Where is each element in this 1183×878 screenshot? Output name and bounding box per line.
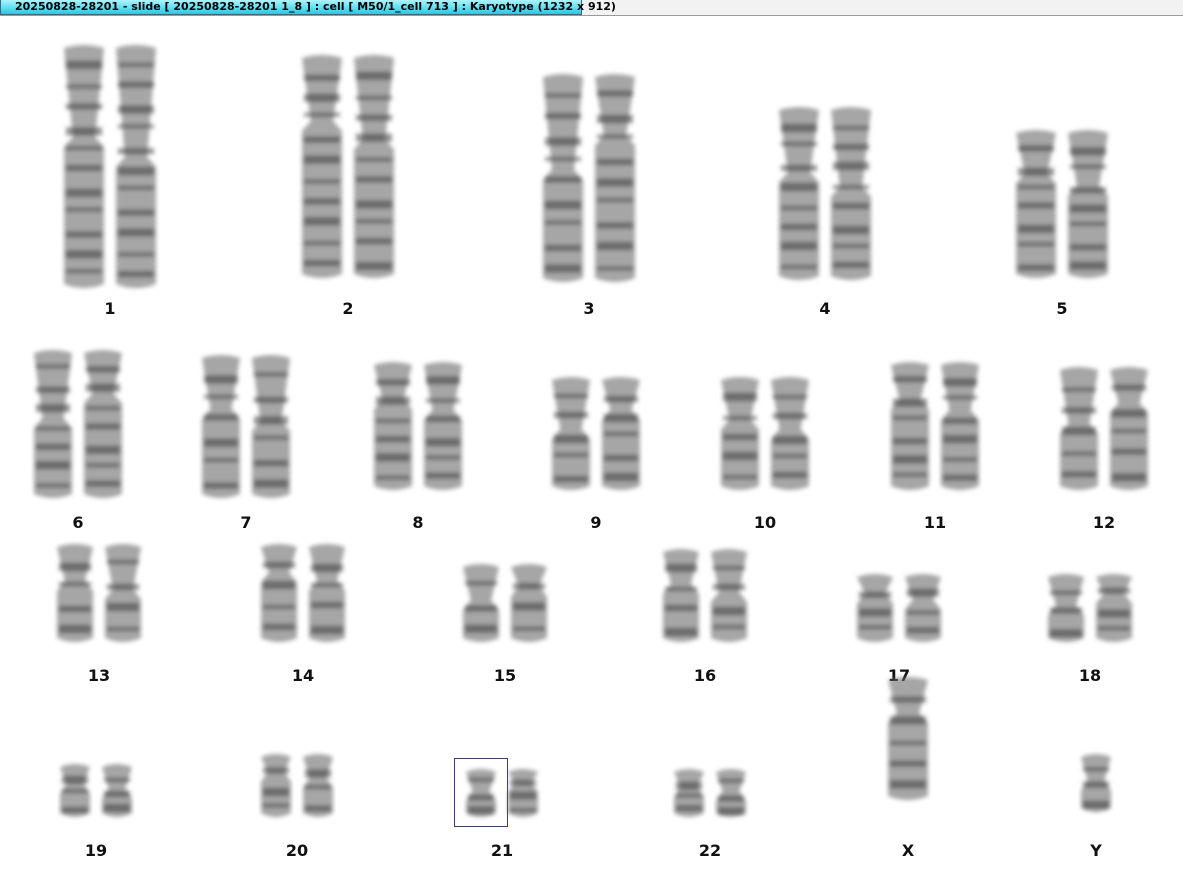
chromosome-label: 11 (923, 513, 947, 532)
chromosome-label: 10 (753, 513, 777, 532)
chromosome-label: 21 (490, 841, 514, 860)
chromosome-label: 12 (1092, 513, 1116, 532)
chromosome-label: 5 (1056, 299, 1068, 318)
chromosome-20-a[interactable] (261, 751, 291, 826)
chromosome-label: 1 (104, 299, 116, 318)
chromosome-3-a[interactable] (543, 71, 583, 291)
chromosome-label: 3 (583, 299, 595, 318)
chromosome-7-b[interactable] (252, 352, 290, 507)
chromosome-5-a[interactable] (1016, 127, 1056, 287)
chromosome-15-b[interactable] (511, 561, 547, 651)
chromosome-label: 13 (87, 666, 111, 685)
chromosome-21-b[interactable] (508, 766, 538, 826)
chromosome-label: 15 (493, 666, 517, 685)
chromosome-18-a[interactable] (1048, 571, 1084, 651)
chromosome-5-b[interactable] (1068, 127, 1108, 287)
chromosome-label: 7 (240, 513, 252, 532)
chromosome-label: 8 (412, 513, 424, 532)
chromosome-19-b[interactable] (102, 761, 132, 826)
chromosome-1-a[interactable] (64, 42, 104, 297)
chromosome-label: 9 (590, 513, 602, 532)
chromosome-19-a[interactable] (60, 761, 90, 826)
chromosome-16-a[interactable] (663, 546, 699, 651)
chromosome-label: X (901, 841, 915, 860)
window-title-tab[interactable]: 20250828-28201 - slide [ 20250828-28201 … (0, 0, 616, 15)
chromosome-8-b[interactable] (424, 359, 462, 499)
chromosome-7-a[interactable] (202, 352, 240, 507)
chromosome-9-a[interactable] (552, 374, 590, 499)
chromosome-9-b[interactable] (602, 374, 640, 499)
chromosome-20-b[interactable] (303, 751, 333, 826)
chromosome-16-b[interactable] (711, 546, 747, 651)
chromosome-label: 18 (1078, 666, 1102, 685)
chromosome-4-a[interactable] (779, 104, 819, 289)
chromosome-label: 2 (342, 299, 354, 318)
window-titlebar: 20250828-28201 - slide [ 20250828-28201 … (0, 0, 1183, 16)
chromosome-2-b[interactable] (354, 52, 394, 287)
chromosome-14-a[interactable] (261, 541, 297, 651)
chromosome-10-b[interactable] (771, 374, 809, 499)
chromosome-22-a[interactable] (674, 766, 704, 826)
chromosome-3-b[interactable] (595, 71, 635, 291)
chromosome-12-a[interactable] (1060, 364, 1098, 499)
chromosome-8-a[interactable] (374, 359, 412, 499)
chromosome-18-b[interactable] (1096, 571, 1132, 651)
chromosome-17-b[interactable] (905, 571, 941, 651)
chromosome-label: 6 (72, 513, 84, 532)
chromosome-6-a[interactable] (34, 347, 72, 507)
chromosome-13-b[interactable] (105, 541, 141, 651)
chromosome-6-b[interactable] (84, 347, 122, 507)
chromosome-y-a[interactable] (1081, 751, 1111, 821)
chromosome-x-a[interactable] (888, 674, 928, 809)
chromosome-label: 19 (84, 841, 108, 860)
chromosome-13-a[interactable] (57, 541, 93, 651)
chromosome-15-a[interactable] (463, 561, 499, 651)
chromosome-label: 22 (698, 841, 722, 860)
chromosome-2-a[interactable] (302, 52, 342, 287)
chromosome-4-b[interactable] (831, 104, 871, 289)
chromosome-11-b[interactable] (941, 359, 979, 499)
chromosome-label: Y (1090, 841, 1102, 860)
chromosome-12-b[interactable] (1110, 364, 1148, 499)
chromosome-1-b[interactable] (116, 42, 156, 297)
chromosome-14-b[interactable] (309, 541, 345, 651)
chromosome-label: 14 (291, 666, 315, 685)
selection-box (454, 758, 508, 827)
chromosome-label: 4 (819, 299, 831, 318)
chromosome-22-b[interactable] (716, 766, 746, 826)
chromosome-label: 16 (693, 666, 717, 685)
karyotype-canvas: 1 2 3 4 5 6 7 8 9 10 11 12 13 14 15 16 17 18 19 20 21 22 X Y (0, 16, 1183, 878)
chromosome-17-a[interactable] (857, 571, 893, 651)
chromosome-10-a[interactable] (721, 374, 759, 499)
chromosome-label: 20 (285, 841, 309, 860)
chromosome-11-a[interactable] (891, 359, 929, 499)
